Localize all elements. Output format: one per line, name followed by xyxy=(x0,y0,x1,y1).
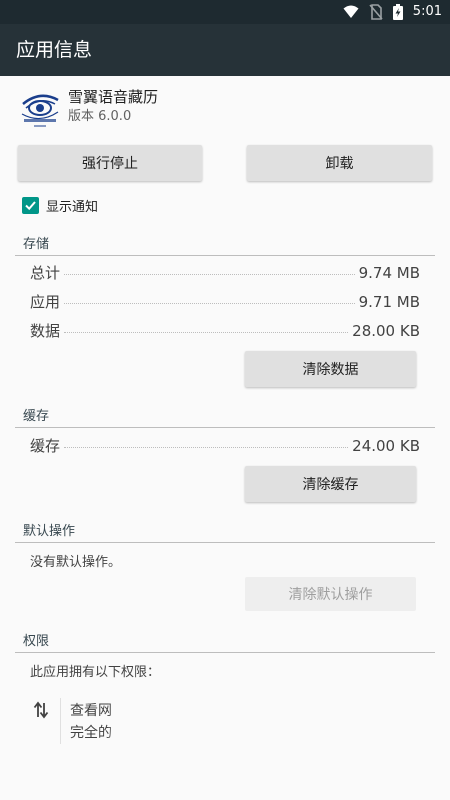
show-notifications-label: 显示通知 xyxy=(46,199,99,215)
storage-app-label: 应用 xyxy=(30,293,61,311)
storage-row-app: 应用 9.71 MB xyxy=(30,291,420,313)
clear-defaults-button: 清除默认操作 xyxy=(245,577,416,611)
permissions-divider xyxy=(15,652,435,653)
battery-charging-icon xyxy=(392,4,403,20)
storage-divider xyxy=(15,255,435,256)
clear-cache-button[interactable]: 清除缓存 xyxy=(245,466,416,502)
permissions-section-title: 权限 xyxy=(23,634,50,649)
storage-total-value: 9.74 MB xyxy=(358,264,420,282)
fade-overlay xyxy=(108,690,238,760)
no-sim-icon xyxy=(369,4,383,20)
cache-section-title: 缓存 xyxy=(23,409,50,424)
storage-total-label: 总计 xyxy=(30,264,61,282)
status-bar: 5:01 xyxy=(0,0,450,24)
cache-value: 24.00 KB xyxy=(352,437,420,455)
permission-item-line1[interactable]: 查看网 xyxy=(70,700,112,720)
cache-row: 缓存 24.00 KB xyxy=(30,435,420,457)
storage-section-title: 存储 xyxy=(23,237,50,252)
clear-data-button[interactable]: 清除数据 xyxy=(245,351,416,387)
cache-divider xyxy=(15,427,435,428)
storage-app-value: 9.71 MB xyxy=(358,293,420,311)
defaults-section-title: 默认操作 xyxy=(23,524,76,539)
defaults-divider xyxy=(15,542,435,543)
storage-data-label: 数据 xyxy=(30,322,61,340)
no-defaults-text: 没有默认操作。 xyxy=(30,555,122,570)
show-notifications-row[interactable]: 显示通知 xyxy=(22,194,98,216)
wifi-icon xyxy=(343,5,359,18)
app-header: 雪翼语音藏历 版本 6.0.0 xyxy=(0,76,450,138)
checkmark-icon xyxy=(25,200,36,210)
app-name: 雪翼语音藏历 xyxy=(68,88,159,106)
show-notifications-checkbox[interactable] xyxy=(22,196,39,214)
dotted-leader xyxy=(64,332,349,333)
dotted-leader xyxy=(64,274,355,275)
force-stop-button[interactable]: 强行停止 xyxy=(18,145,202,181)
network-arrows-icon xyxy=(33,701,49,719)
dotted-leader xyxy=(64,303,355,304)
storage-data-value: 28.00 KB xyxy=(352,322,420,340)
app-logo-icon xyxy=(21,94,59,127)
status-time: 5:01 xyxy=(412,4,442,19)
cache-label: 缓存 xyxy=(30,437,61,455)
app-version: 版本 6.0.0 xyxy=(68,109,132,124)
dotted-leader xyxy=(64,447,349,448)
status-icons: 5:01 xyxy=(343,3,442,21)
page-title: 应用信息 xyxy=(16,39,93,61)
permission-group-line xyxy=(60,698,61,744)
storage-row-total: 总计 9.74 MB xyxy=(30,262,420,284)
uninstall-button[interactable]: 卸载 xyxy=(247,145,432,181)
permissions-intro: 此应用拥有以下权限： xyxy=(30,665,161,680)
storage-row-data: 数据 28.00 KB xyxy=(30,320,420,342)
permission-item-line2[interactable]: 完全的 xyxy=(70,722,112,742)
app-bar: 应用信息 xyxy=(0,24,450,76)
